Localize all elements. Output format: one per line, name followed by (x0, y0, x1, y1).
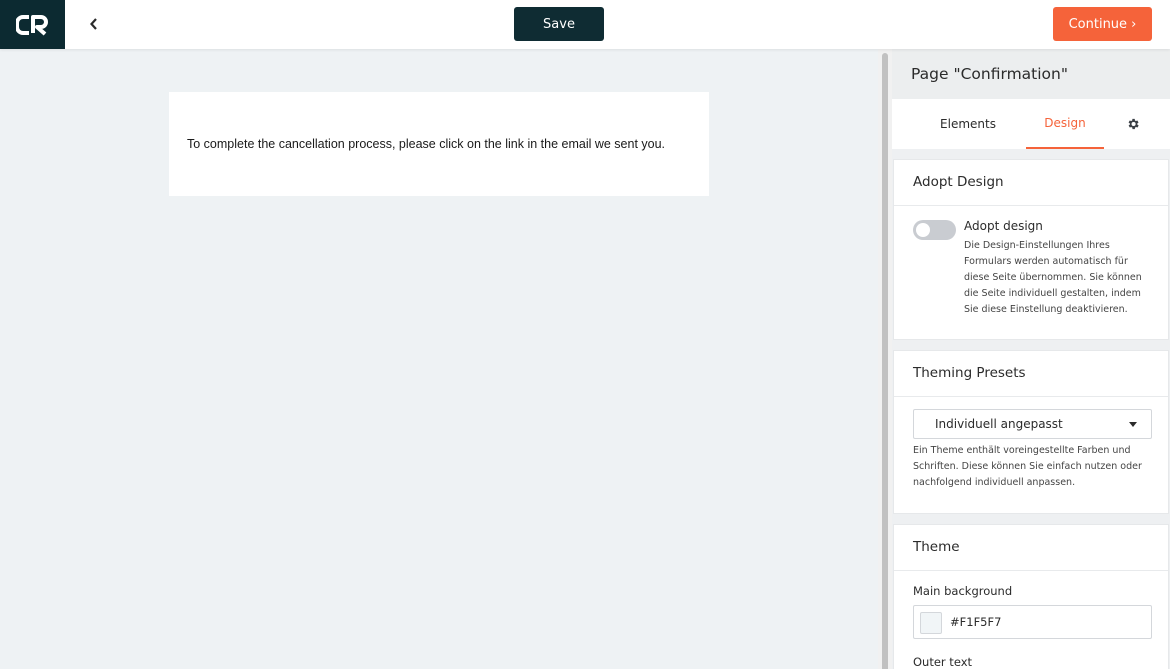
main-background-value: #F1F5F7 (950, 615, 1002, 629)
outer-text-label: Outer text (913, 655, 973, 669)
gear-icon (1128, 118, 1139, 130)
adopt-design-description: Die Design-Einstellungen Ihres Formulars… (964, 240, 1142, 315)
panel-title: Page "Confirmation" (892, 49, 1170, 99)
theme-preset-value: Individuell angepasst (935, 417, 1063, 431)
scrollbar-thumb[interactable] (882, 53, 888, 669)
adopt-design-toggle[interactable] (913, 220, 956, 240)
top-bar: Save Continue › (0, 0, 1170, 49)
adopt-design-title: Adopt Design (894, 160, 1168, 206)
confirmation-text: To complete the cancellation process, pl… (187, 137, 666, 151)
page-canvas: To complete the cancellation process, pl… (0, 49, 878, 669)
theming-presets-title: Theming Presets (894, 351, 1168, 397)
adopt-design-section: Adopt Design Adopt design Die Design-Ein… (893, 159, 1169, 340)
toggle-knob (916, 223, 930, 237)
panel-tabs: Elements Design (892, 99, 1170, 149)
theme-title: Theme (894, 525, 1168, 571)
continue-button[interactable]: Continue › (1053, 7, 1152, 41)
color-swatch[interactable] (920, 612, 942, 634)
tab-design[interactable]: Design (1026, 99, 1104, 149)
theme-preset-select[interactable]: Individuell angepasst (913, 409, 1152, 439)
caret-down-icon (1129, 422, 1137, 427)
confirmation-card[interactable]: To complete the cancellation process, pl… (169, 92, 709, 196)
theming-presets-section: Theming Presets Individuell angepasst Ei… (893, 350, 1169, 514)
theme-section: Theme Main background #F1F5F7 Outer text (893, 524, 1169, 669)
main-background-color-field[interactable]: #F1F5F7 (913, 605, 1152, 639)
main-background-label: Main background (913, 584, 1013, 598)
chevron-left-icon (90, 18, 97, 30)
adopt-design-label: Adopt design (964, 219, 1043, 233)
canvas-scrollbar[interactable] (878, 49, 892, 669)
tab-elements[interactable]: Elements (920, 99, 1016, 149)
back-button[interactable] (82, 12, 106, 36)
theming-presets-description: Ein Theme enthält voreingestellte Farben… (913, 445, 1142, 488)
save-button[interactable]: Save (514, 7, 604, 41)
settings-panel: Page "Confirmation" Elements Design Adop… (892, 49, 1170, 669)
tab-settings[interactable] (1116, 99, 1150, 149)
cr-logo[interactable] (0, 0, 65, 49)
